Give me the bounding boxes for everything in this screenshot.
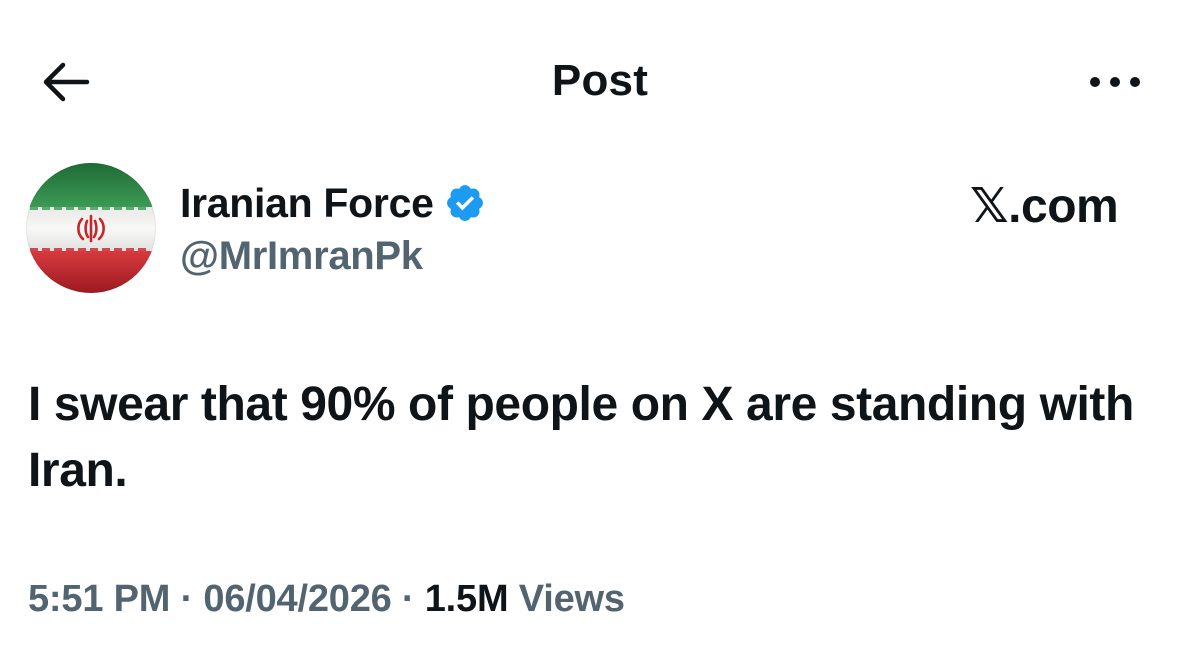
more-options-button[interactable]	[1080, 62, 1150, 102]
views-label[interactable]: Views	[508, 578, 625, 620]
post-meta: 5:51 PM · 06/04/2026 · 1.5M Views	[28, 578, 625, 621]
views-count[interactable]: 1.5M	[425, 578, 509, 620]
meta-separator: ·	[391, 578, 425, 620]
post-date[interactable]: 06/04/2026	[203, 578, 391, 620]
post-text: I swear that 90% of people on X are stan…	[28, 378, 1134, 497]
site-watermark: 𝕏.com	[970, 180, 1119, 233]
ellipsis-icon	[1090, 77, 1140, 87]
page-title: Post	[551, 56, 649, 105]
post-header: Post	[0, 0, 1200, 160]
meta-separator: ·	[170, 578, 204, 620]
post-time[interactable]: 5:51 PM	[28, 578, 170, 620]
author-name-row[interactable]: Iranian Force	[180, 178, 486, 228]
verified-badge-icon	[446, 185, 483, 221]
avatar[interactable]	[26, 163, 156, 293]
iran-flag-avatar	[26, 163, 156, 293]
author-handle[interactable]: @MrImranPk	[180, 234, 423, 279]
author-name[interactable]: Iranian Force	[180, 180, 434, 227]
